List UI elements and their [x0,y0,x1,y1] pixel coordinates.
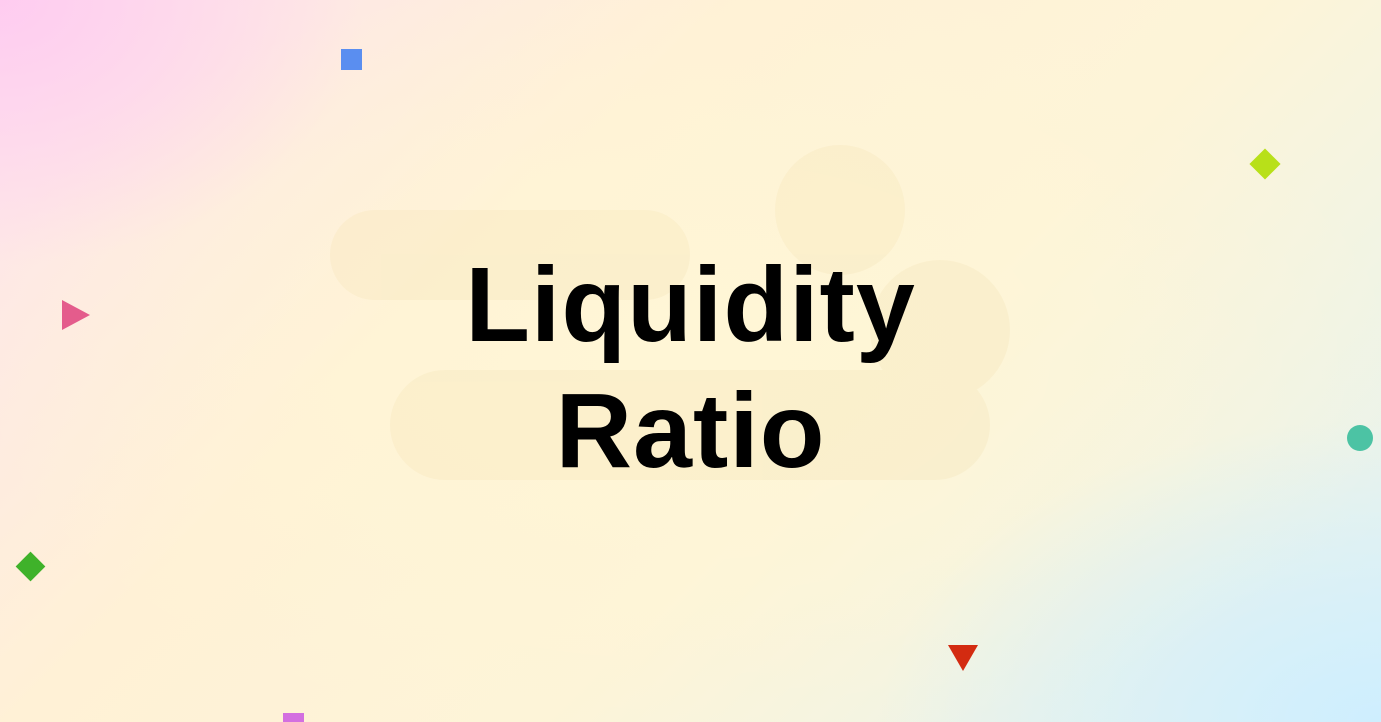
blue-square-icon [341,49,362,70]
green-diamond-icon [15,551,46,582]
page-title: Liquidity Ratio [0,242,1381,494]
violet-square-icon [283,713,304,722]
lime-diamond-icon [1249,148,1281,180]
teal-circle-icon [1347,425,1373,451]
pink-triangle-icon [62,300,90,330]
title-line-2: Ratio [555,372,826,490]
red-triangle-icon [948,645,978,671]
title-line-1: Liquidity [465,246,916,364]
